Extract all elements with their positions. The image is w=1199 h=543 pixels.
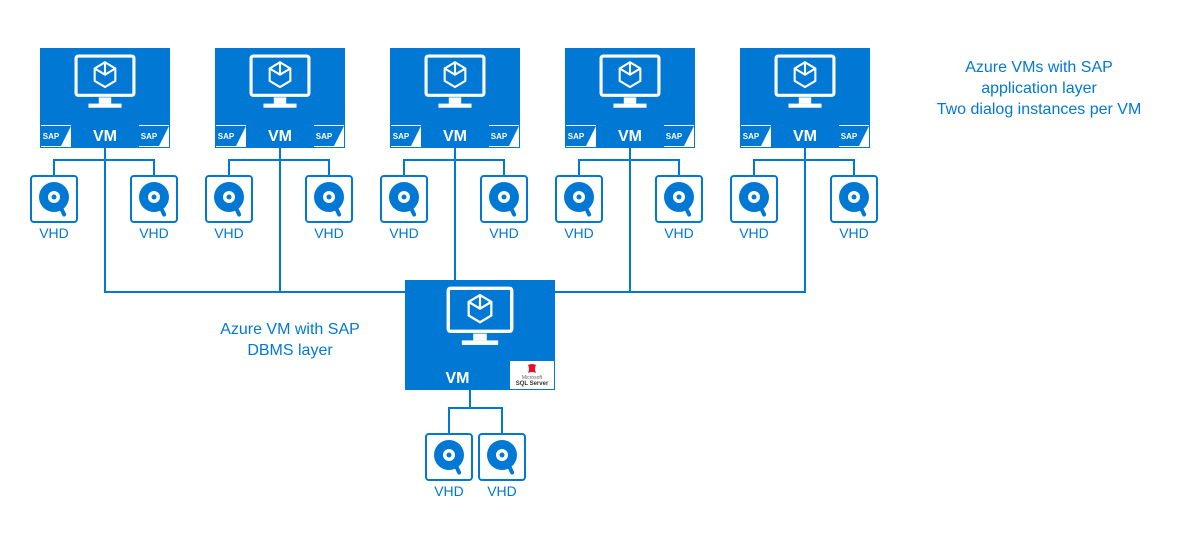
app-layer-description: Azure VMs with SAP application layer Two… [909,58,1169,120]
vhd-disk: VHD [205,175,253,241]
vhd-label: VHD [655,225,703,241]
vhd-disk: VHD [480,175,528,241]
sap-badge: SAP [488,124,520,148]
vhd-label: VHD [205,225,253,241]
vhd-disk: VHD [380,175,428,241]
vhd-disk: VHD [30,175,78,241]
disk-icon [830,175,878,223]
disk-icon [380,175,428,223]
disk-icon [555,175,603,223]
vm-label: VM [93,128,117,146]
svg-text:SAP: SAP [43,132,60,141]
disk-icon [478,433,526,481]
vm-monitor-icon [424,54,486,115]
vm-monitor-icon [599,54,661,115]
vhd-disk: VHD [305,175,353,241]
svg-text:SAP: SAP [491,132,508,141]
sap-badge: SAP [663,124,695,148]
disk-icon [30,175,78,223]
vhd-label: VHD [555,225,603,241]
svg-text:SAP: SAP [141,132,158,141]
sap-badge: SAP [215,124,247,148]
app-vm: VM SAP SAP [215,48,345,148]
vm-label: VM [446,370,470,388]
sap-badge: SAP [390,124,422,148]
sap-badge: SAP [313,124,345,148]
disk-icon [130,175,178,223]
vm-label: VM [268,128,292,146]
vm-label: VM [443,128,467,146]
disk-icon [730,175,778,223]
vhd-disk: VHD [730,175,778,241]
app-vm: VM SAP SAP [40,48,170,148]
sap-badge: SAP [838,124,870,148]
vhd-label: VHD [425,483,473,499]
desc-line: Two dialog instances per VM [937,101,1142,118]
vm-monitor-icon [774,54,836,115]
vm-monitor-icon [74,54,136,115]
desc-line: DBMS layer [247,342,332,359]
svg-text:SAP: SAP [316,132,333,141]
disk-icon [655,175,703,223]
disk-icon [205,175,253,223]
disk-icon [305,175,353,223]
vhd-label: VHD [30,225,78,241]
sap-badge: SAP [138,124,170,148]
vhd-disk: VHD [555,175,603,241]
disk-icon [480,175,528,223]
vhd-label: VHD [480,225,528,241]
desc-line: Azure VMs with SAP [965,59,1113,76]
app-vm: VM SAP SAP [390,48,520,148]
desc-line: Azure VM with SAP [220,321,360,338]
vhd-disk: VHD [478,433,526,499]
vhd-label: VHD [305,225,353,241]
svg-text:SAP: SAP [568,132,585,141]
app-vm: VM SAP SAP [565,48,695,148]
vm-monitor-icon [446,286,514,352]
sql-server-badge: Microsoft SQL Server [509,360,555,390]
vhd-label: VHD [730,225,778,241]
desc-line: application layer [981,80,1097,97]
vhd-disk: VHD [130,175,178,241]
vhd-label: VHD [478,483,526,499]
vhd-label: VHD [130,225,178,241]
dbms-layer-description: Azure VM with SAP DBMS layer [200,320,380,362]
svg-text:SAP: SAP [393,132,410,141]
sap-badge: SAP [40,124,72,148]
vhd-label: VHD [830,225,878,241]
svg-text:SAP: SAP [841,132,858,141]
dbms-vm: VM Microsoft SQL Server [405,280,555,390]
svg-text:SAP: SAP [218,132,235,141]
svg-text:SAP: SAP [666,132,683,141]
vhd-disk: VHD [655,175,703,241]
disk-icon [425,433,473,481]
vhd-disk: VHD [425,433,473,499]
sap-badge: SAP [565,124,597,148]
vhd-disk: VHD [830,175,878,241]
vm-label: VM [793,128,817,146]
app-vm: VM SAP SAP [740,48,870,148]
vhd-label: VHD [380,225,428,241]
sap-badge: SAP [740,124,772,148]
svg-text:SAP: SAP [743,132,760,141]
vm-label: VM [618,128,642,146]
vm-monitor-icon [249,54,311,115]
